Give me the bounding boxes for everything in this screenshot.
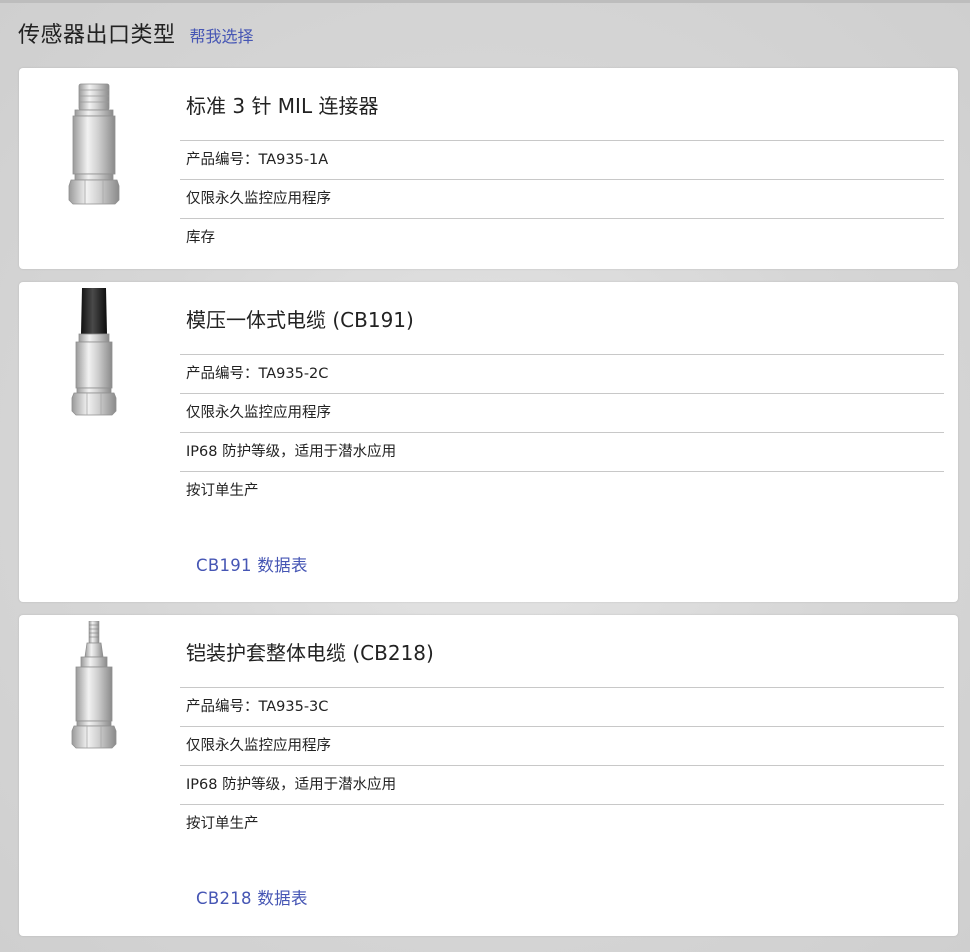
product-spec-rating: IP68 防护等级，适用于潜水应用 xyxy=(180,766,944,805)
product-spec-application: 仅限永久监控应用程序 xyxy=(180,394,944,433)
product-title: 铠装护套整体电缆 (CB218) xyxy=(180,615,944,688)
product-spec-availability: 按订单生产 xyxy=(186,816,259,832)
product-spec-application: 仅限永久监控应用程序 xyxy=(180,727,944,766)
product-spec-availability: 按订单生产 xyxy=(186,483,259,499)
product-spec-part-number: 产品编号：TA935-2C xyxy=(180,355,944,394)
product-card-armored-cable[interactable]: 铠装护套整体电缆 (CB218) 产品编号：TA935-3C 仅限永久监控应用程… xyxy=(19,615,958,936)
product-details: 铠装护套整体电缆 (CB218) 产品编号：TA935-3C 仅限永久监控应用程… xyxy=(180,615,944,843)
sensor-output-type-panel: 传感器出口类型 帮我选择 标准 3 针 MIL 连接器 产品编号：TA935-1… xyxy=(0,0,970,952)
product-title: 模压一体式电缆 (CB191) xyxy=(180,282,944,355)
product-details: 标准 3 针 MIL 连接器 产品编号：TA935-1A 仅限永久监控应用程序 … xyxy=(180,68,944,257)
product-details: 模压一体式电缆 (CB191) 产品编号：TA935-2C 仅限永久监控应用程序… xyxy=(180,282,944,510)
cb218-datasheet-link[interactable]: CB218 数据表 xyxy=(196,885,308,909)
panel-header: 传感器出口类型 帮我选择 xyxy=(18,17,254,51)
product-spec-rating: IP68 防护等级，适用于潜水应用 xyxy=(180,433,944,472)
sensor-mil-connector-icon xyxy=(59,82,129,206)
product-spec-part-number: 产品编号：TA935-1A xyxy=(180,141,944,180)
product-spec-part-number: 产品编号：TA935-3C xyxy=(180,688,944,727)
product-card-mil-connector[interactable]: 标准 3 针 MIL 连接器 产品编号：TA935-1A 仅限永久监控应用程序 … xyxy=(19,68,958,269)
page-title: 传感器出口类型 xyxy=(18,23,176,48)
cb191-datasheet-link[interactable]: CB191 数据表 xyxy=(196,552,308,576)
product-spec-application: 仅限永久监控应用程序 xyxy=(180,180,944,219)
product-spec-availability: 库存 xyxy=(186,230,215,246)
sensor-armored-cable-icon xyxy=(59,621,129,751)
sensor-molded-cable-icon xyxy=(59,288,129,418)
product-title: 标准 3 针 MIL 连接器 xyxy=(180,68,944,141)
help-me-choose-link[interactable]: 帮我选择 xyxy=(190,23,254,47)
product-card-molded-cable[interactable]: 模压一体式电缆 (CB191) 产品编号：TA935-2C 仅限永久监控应用程序… xyxy=(19,282,958,602)
